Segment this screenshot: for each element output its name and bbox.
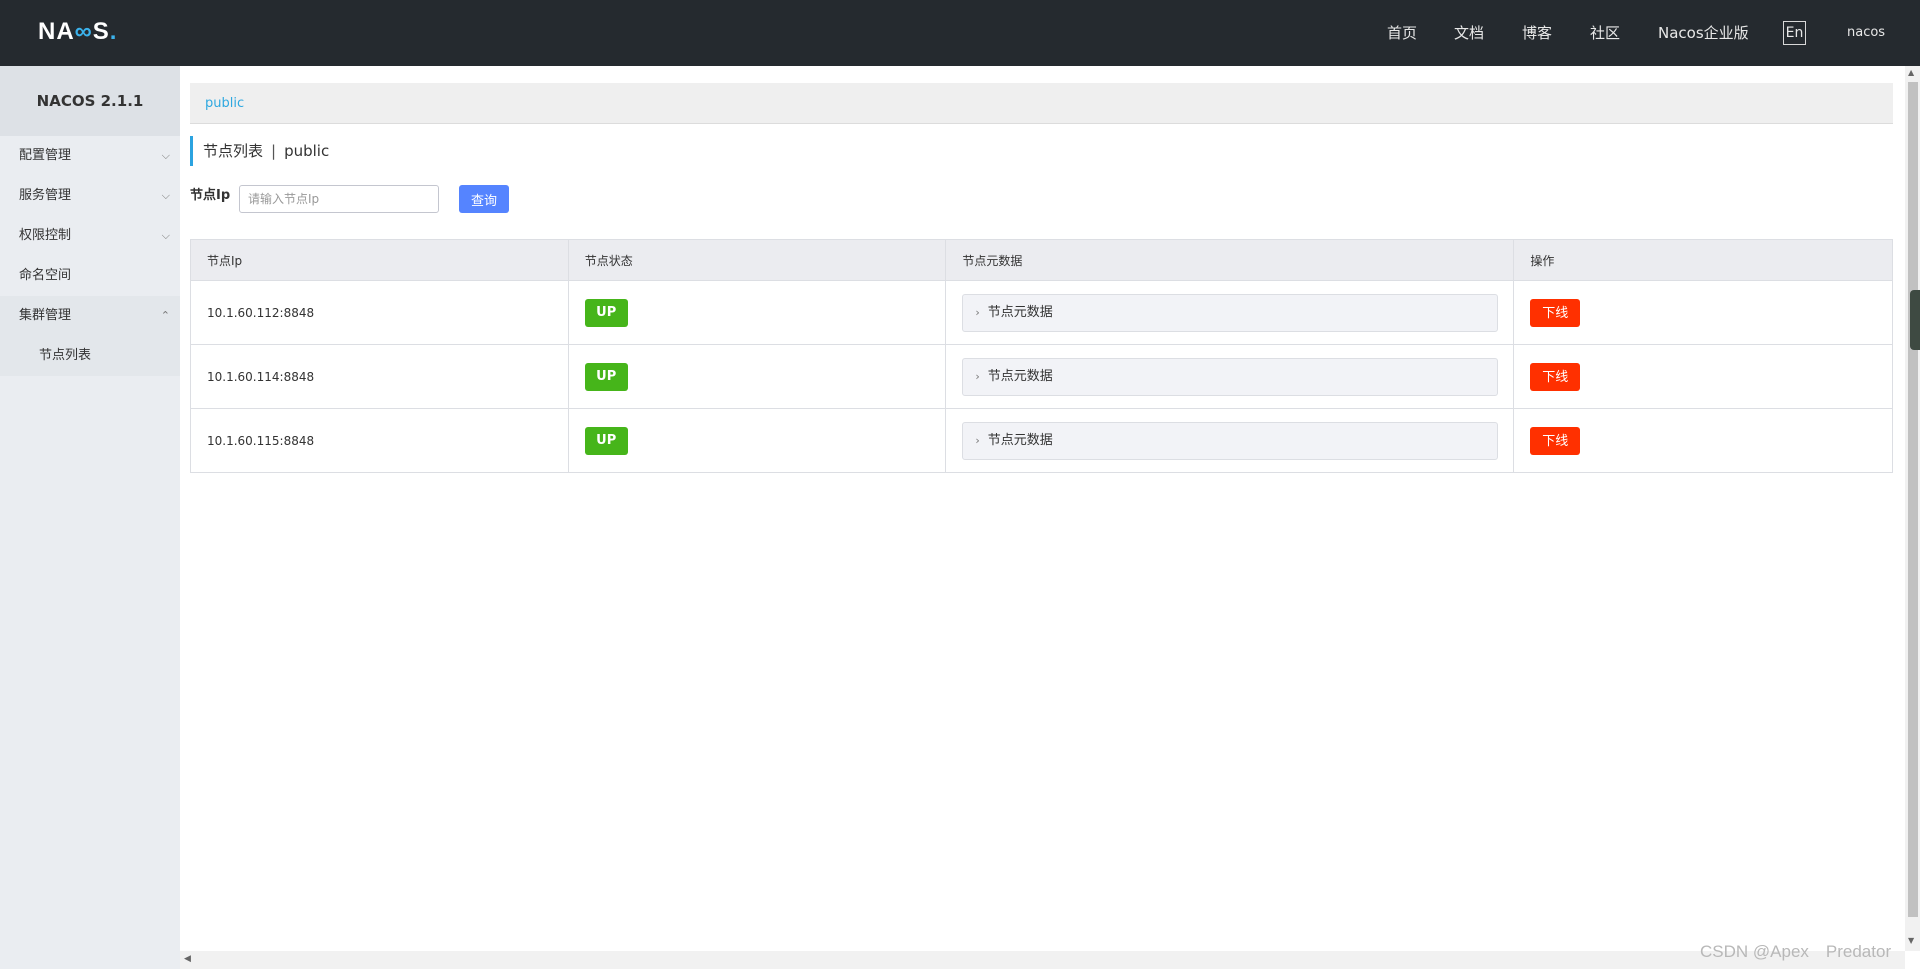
chevron-down-icon: ⌵ — [161, 189, 170, 202]
column-header: 操作 — [1513, 239, 1893, 281]
nacos-logo[interactable]: NA∞S. — [38, 18, 117, 46]
scroll-left-arrow-icon[interactable]: ◀ — [184, 954, 191, 964]
table-row: 10.1.60.115:8848 UP › 节点元数据 下线 — [190, 408, 1893, 473]
nav-blog[interactable]: 博客 — [1522, 0, 1552, 66]
page-title-namespace: public — [284, 142, 330, 160]
nav-home[interactable]: 首页 — [1387, 0, 1417, 66]
namespace-bar: public — [190, 83, 1893, 124]
logo-infinity-icon: ∞ — [74, 18, 93, 45]
scroll-up-arrow-icon[interactable]: ▲ — [1908, 68, 1914, 77]
node-metadata-collapse[interactable]: › 节点元数据 — [962, 357, 1499, 396]
chevron-up-icon: ⌃ — [160, 309, 170, 322]
chevron-right-icon: › — [975, 305, 980, 319]
chevron-right-icon: › — [975, 433, 980, 447]
table-row: 10.1.60.114:8848 UP › 节点元数据 下线 — [190, 344, 1893, 409]
chevron-right-icon: › — [975, 369, 980, 383]
metadata-label: 节点元数据 — [987, 304, 1053, 320]
watermark: CSDN @Apex Predator — [1700, 942, 1892, 961]
scroll-down-arrow-icon[interactable]: ▼ — [1908, 936, 1914, 945]
status-badge: UP — [584, 298, 628, 327]
main-content: public 节点列表 | public 节点Ip 查询 节点Ip 节点状态 节点元… — [180, 66, 1905, 951]
nav-enterprise[interactable]: Nacos企业版 — [1658, 0, 1749, 66]
node-ip-cell: 10.1.60.114:8848 — [190, 344, 569, 409]
sidebar-item-label: 配置管理 — [19, 148, 72, 163]
sidebar-item-service[interactable]: 服务管理 ⌵ — [0, 176, 180, 216]
scrollbar-thumb[interactable] — [1908, 82, 1918, 917]
sidebar-item-config[interactable]: 配置管理 ⌵ — [0, 136, 180, 176]
sidebar-item-label: 命名空间 — [19, 268, 72, 283]
sidebar: NACOS 2.1.1 配置管理 ⌵ 服务管理 ⌵ 权限控制 ⌵ 命名空间 集群… — [0, 66, 180, 969]
offline-button[interactable]: 下线 — [1530, 362, 1581, 391]
node-ip-search-input[interactable] — [239, 185, 439, 213]
node-ip-cell: 10.1.60.115:8848 — [190, 408, 569, 473]
side-panel-handle[interactable] — [1910, 290, 1920, 350]
metadata-label: 节点元数据 — [987, 432, 1053, 448]
metadata-label: 节点元数据 — [987, 368, 1053, 384]
nav-community[interactable]: 社区 — [1590, 0, 1620, 66]
status-badge: UP — [584, 362, 628, 391]
offline-button[interactable]: 下线 — [1530, 426, 1581, 455]
node-ip-cell: 10.1.60.112:8848 — [190, 280, 569, 345]
language-toggle[interactable]: En — [1783, 21, 1806, 45]
nav-docs[interactable]: 文档 — [1454, 0, 1484, 66]
column-header: 节点状态 — [567, 239, 947, 281]
table-row: 10.1.60.112:8848 UP › 节点元数据 下线 — [190, 280, 1893, 345]
node-table: 节点Ip 节点状态 节点元数据 操作 10.1.60.112:8848 UP ›… — [190, 239, 1893, 473]
top-header: NA∞S. 首页 文档 博客 社区 Nacos企业版 En nacos — [0, 0, 1920, 66]
sidebar-item-cluster[interactable]: 集群管理 ⌃ — [0, 296, 180, 336]
node-metadata-collapse[interactable]: › 节点元数据 — [962, 293, 1499, 332]
sidebar-item-label: 权限控制 — [19, 228, 72, 243]
page-title: 节点列表 | public — [190, 136, 329, 166]
vertical-scrollbar[interactable]: ▲ ▼ — [1905, 66, 1920, 951]
status-badge: UP — [584, 426, 628, 455]
search-label: 节点Ip — [190, 188, 231, 203]
namespace-link-public[interactable]: public — [205, 83, 244, 124]
user-menu[interactable]: nacos — [1847, 0, 1885, 66]
title-separator: | — [271, 142, 277, 160]
sidebar-item-label: 服务管理 — [19, 188, 72, 203]
page-title-text: 节点列表 — [203, 142, 264, 160]
sidebar-title: NACOS 2.1.1 — [0, 66, 180, 136]
chevron-down-icon: ⌵ — [161, 229, 170, 242]
node-metadata-collapse[interactable]: › 节点元数据 — [962, 421, 1499, 460]
column-header: 节点元数据 — [945, 239, 1515, 281]
chevron-down-icon: ⌵ — [161, 149, 170, 162]
sidebar-subitem-node-list[interactable]: 节点列表 — [0, 336, 180, 376]
column-header: 节点Ip — [190, 239, 569, 281]
sidebar-item-namespace[interactable]: 命名空间 — [0, 256, 180, 296]
table-header-row: 节点Ip 节点状态 节点元数据 操作 — [190, 239, 1893, 281]
sidebar-item-auth[interactable]: 权限控制 ⌵ — [0, 216, 180, 256]
offline-button[interactable]: 下线 — [1530, 298, 1581, 327]
horizontal-scrollbar[interactable]: ◀ — [180, 951, 1905, 969]
query-button[interactable]: 查询 — [459, 185, 509, 213]
sidebar-item-label: 集群管理 — [19, 308, 72, 323]
